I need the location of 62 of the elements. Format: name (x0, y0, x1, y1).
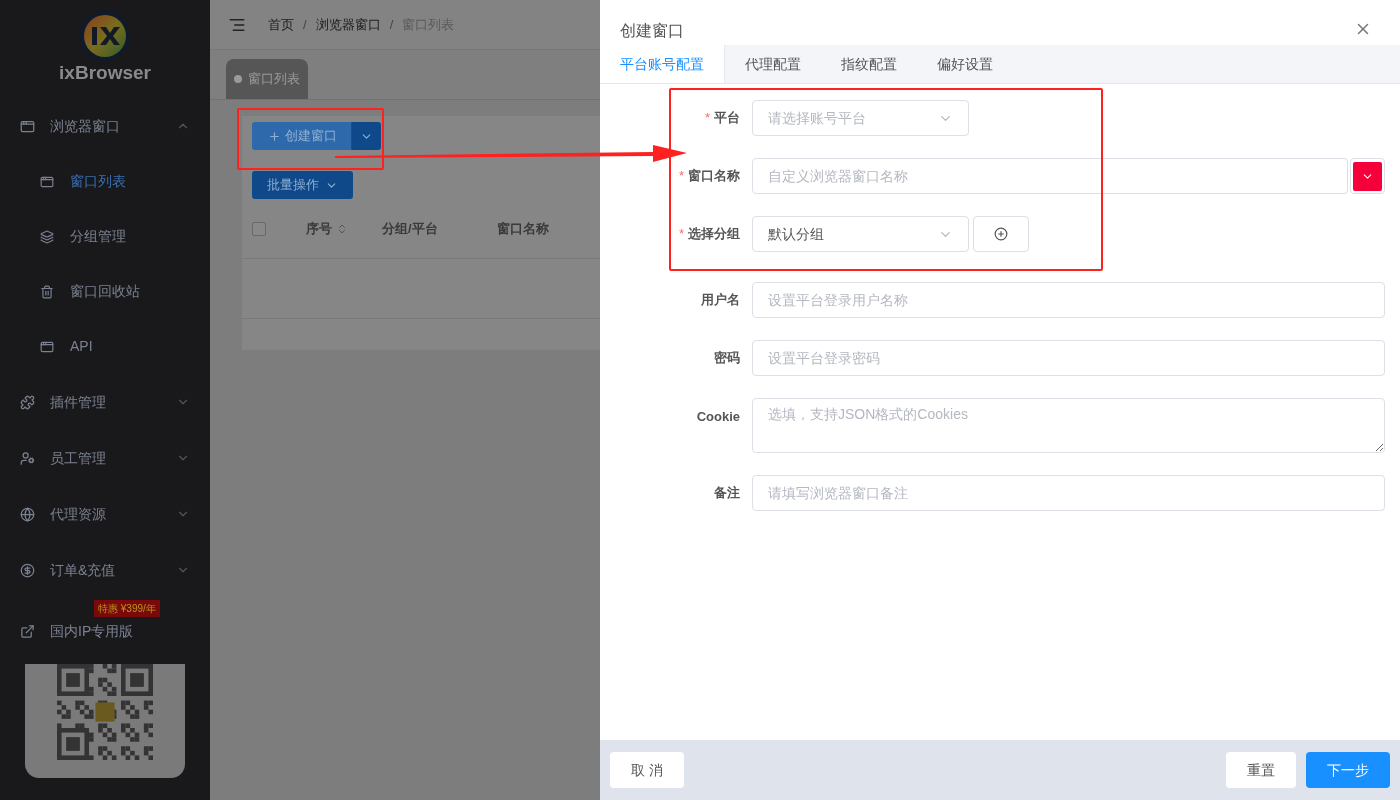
sidebar-menu-item[interactable]: 浏览器窗口 (0, 98, 210, 154)
sidebar-menu-item[interactable]: 插件管理 (0, 374, 210, 430)
plus-icon (268, 129, 281, 143)
sidebar-submenu-item[interactable]: 窗口列表 (0, 154, 210, 209)
column-header[interactable]: 序号 (306, 218, 382, 239)
breadcrumb-item[interactable]: 浏览器窗口 (315, 14, 381, 35)
text-input[interactable]: 请填写浏览器窗口备注 (752, 475, 1385, 511)
window-icon (40, 339, 54, 354)
create-window-button[interactable]: 创建窗口 (252, 122, 351, 150)
add-group-button[interactable] (973, 216, 1029, 252)
layers-icon (40, 229, 54, 244)
field-label: 选择分组 (688, 225, 740, 244)
column-header: 窗口名称 (497, 219, 549, 238)
sidebar-submenu-item[interactable]: 分组管理 (0, 209, 210, 264)
field-label: 密码 (714, 349, 740, 368)
add-icon (994, 227, 1008, 241)
external-link-icon (20, 623, 35, 639)
text-input[interactable]: 设置平台登录用户名称 (752, 282, 1385, 318)
select-all-checkbox[interactable] (252, 221, 266, 236)
user-icon (20, 450, 35, 466)
promo-badge: 特惠 ¥399/年 (94, 600, 160, 617)
sidebar-menu-item[interactable]: 订单&充值 (0, 542, 210, 598)
reset-button[interactable]: 重置 (1226, 752, 1296, 788)
field-label: 窗口名称 (688, 167, 740, 186)
sort-icon (336, 222, 348, 235)
coin-icon (20, 562, 35, 578)
form-tab[interactable]: 代理配置 (725, 45, 821, 83)
field-label: 平台 (714, 109, 740, 128)
breadcrumb-separator: / (389, 15, 394, 34)
form-tab[interactable]: 指纹配置 (821, 45, 917, 83)
required-mark: * (678, 167, 684, 186)
sidebar-menu-item[interactable]: 员工管理 (0, 430, 210, 486)
window-icon (20, 118, 35, 134)
next-button[interactable]: 下一步 (1306, 752, 1390, 788)
breadcrumb-item[interactable]: 首页 (268, 14, 294, 35)
text-input[interactable]: 自定义浏览器窗口名称 (752, 158, 1348, 194)
page-tab[interactable]: 窗口列表 (226, 59, 308, 99)
puzzle-icon (20, 394, 35, 410)
drawer-title: 创建窗口 (620, 21, 684, 41)
logo-text: ixBrowser (59, 62, 151, 84)
select-field[interactable]: 默认分组 (752, 216, 969, 252)
required-mark: * (704, 109, 710, 128)
trash-icon (40, 284, 54, 299)
window-icon (40, 174, 54, 189)
cancel-button[interactable]: 取 消 (610, 752, 684, 788)
sidebar-menu-item[interactable]: 代理资源 (0, 486, 210, 542)
form-tab[interactable]: 偏好设置 (917, 45, 1013, 83)
field-label: 备注 (714, 484, 740, 503)
sidebar-submenu-item[interactable]: 窗口回收站 (0, 264, 210, 319)
breadcrumb-separator: / (303, 15, 307, 34)
text-input[interactable]: 设置平台登录密码 (752, 340, 1385, 376)
field-label: Cookie (696, 408, 740, 426)
sidebar-submenu-item[interactable]: API (0, 319, 210, 374)
logo-icon (79, 10, 131, 62)
text-area[interactable]: 选填，支持JSON格式的Cookies (752, 398, 1385, 453)
sidebar-link[interactable]: 国内IP专用版 (50, 620, 134, 642)
form-tab[interactable]: 平台账号配置 (600, 45, 725, 83)
column-header: 分组/平台 (382, 219, 439, 238)
required-mark: * (678, 225, 684, 244)
field-label: 用户名 (701, 291, 740, 310)
batch-actions-button[interactable]: 批量操作 (252, 171, 353, 199)
globe-icon (20, 506, 35, 522)
